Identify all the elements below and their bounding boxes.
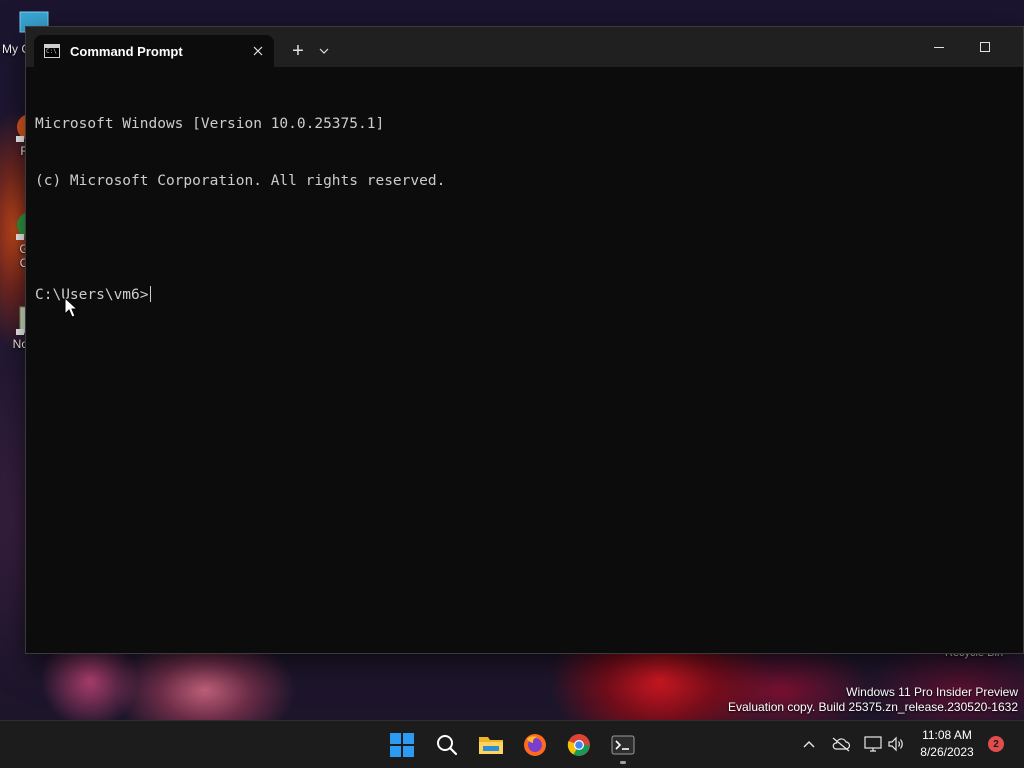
prompt-line[interactable]: C:\Users\vm6> bbox=[35, 286, 1014, 305]
minimize-button[interactable] bbox=[916, 27, 962, 67]
title-bar[interactable]: C:\ Command Prompt + bbox=[26, 27, 1023, 67]
text-caret bbox=[149, 286, 151, 302]
plus-icon: + bbox=[292, 39, 304, 62]
network-button[interactable] bbox=[861, 732, 885, 756]
chevron-up-icon bbox=[803, 741, 815, 748]
chrome-button[interactable] bbox=[559, 725, 599, 765]
start-button[interactable] bbox=[382, 725, 422, 765]
maximize-button[interactable] bbox=[962, 27, 1008, 67]
cloud-offline-icon bbox=[832, 737, 851, 752]
watermark-line-2: Evaluation copy. Build 25375.zn_release.… bbox=[728, 700, 1018, 714]
maximize-icon bbox=[980, 42, 990, 52]
console-output[interactable]: Microsoft Windows [Version 10.0.25375.1]… bbox=[26, 67, 1023, 653]
command-prompt-icon: C:\ bbox=[44, 44, 60, 58]
windows-logo-icon bbox=[390, 733, 414, 757]
terminal-button[interactable] bbox=[603, 725, 643, 765]
firefox-icon bbox=[524, 734, 546, 756]
monitor-icon bbox=[864, 736, 882, 752]
tab-command-prompt[interactable]: C:\ Command Prompt bbox=[34, 35, 274, 67]
chevron-down-icon bbox=[319, 48, 329, 54]
command-prompt-icon-text: C:\ bbox=[46, 48, 57, 55]
running-indicator bbox=[620, 761, 626, 764]
show-hidden-icons-button[interactable] bbox=[798, 732, 820, 756]
taskbar-clock[interactable]: 11:08 AM 8/26/2023 bbox=[914, 727, 980, 761]
command-prompt: C:\Users\vm6> bbox=[35, 287, 149, 303]
minimize-icon bbox=[934, 46, 944, 48]
tab-dropdown-button[interactable] bbox=[312, 37, 336, 65]
terminal-icon bbox=[611, 735, 635, 755]
firefox-button[interactable] bbox=[515, 725, 555, 765]
volume-button[interactable] bbox=[884, 732, 908, 756]
watermark-line-1: Windows 11 Pro Insider Preview bbox=[846, 685, 1018, 699]
file-explorer-button[interactable] bbox=[471, 725, 511, 765]
clock-date: 8/26/2023 bbox=[920, 745, 974, 759]
search-icon bbox=[437, 735, 458, 756]
mouse-cursor-icon bbox=[64, 297, 78, 318]
close-tab-button[interactable] bbox=[244, 37, 272, 65]
clock-time: 11:08 AM bbox=[922, 728, 972, 742]
tab-title: Command Prompt bbox=[70, 43, 183, 59]
speaker-icon bbox=[888, 736, 903, 752]
chrome-icon bbox=[567, 734, 590, 756]
notification-badge[interactable]: 2 bbox=[988, 736, 1004, 752]
console-line: Microsoft Windows [Version 10.0.25375.1] bbox=[35, 116, 385, 132]
new-tab-button[interactable]: + bbox=[284, 37, 312, 65]
windows-watermark: Windows 11 Pro Insider Preview Evaluatio… bbox=[728, 685, 1018, 715]
folder-icon bbox=[479, 737, 503, 754]
search-button[interactable] bbox=[427, 725, 467, 765]
console-line: (c) Microsoft Corporation. All rights re… bbox=[35, 173, 446, 189]
terminal-window[interactable]: C:\ Command Prompt + Microsoft Windows [… bbox=[25, 26, 1024, 654]
onedrive-offline-button[interactable] bbox=[829, 732, 853, 756]
close-icon bbox=[253, 46, 263, 56]
